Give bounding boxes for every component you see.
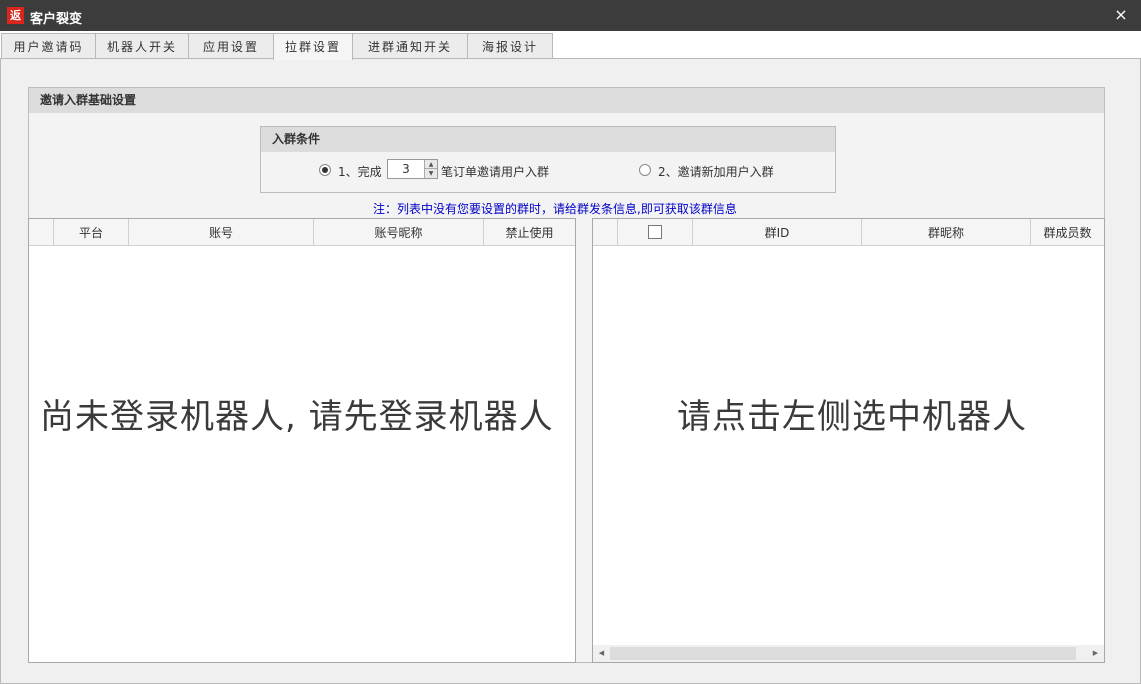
invite-new-user-label: 2、邀请新加用户入群 [658, 165, 774, 179]
group-list-note: 注：列表中没有您要设置的群时，请给群发条信息,即可获取该群信息 [373, 202, 737, 216]
order-count-value[interactable]: 3 [388, 160, 424, 178]
close-button[interactable]: × [1111, 5, 1131, 25]
row-indicator-header [593, 219, 618, 245]
column-header-group-id[interactable]: 群ID [693, 219, 862, 245]
scroll-right-icon[interactable]: ▶ [1087, 645, 1104, 662]
tab-bar: 用户邀请码 机器人开关 应用设置 拉群设置 进群通知开关 海报设计 [0, 31, 1141, 60]
title-bar: 返 客户裂变 × [0, 0, 1141, 31]
order-count-stepper[interactable]: 3 ▲ ▼ [387, 159, 438, 179]
select-all-checkbox[interactable] [648, 225, 662, 239]
table-header: 平台 账号 账号昵称 禁止使用 [29, 219, 575, 246]
stepper-down-icon[interactable]: ▼ [424, 169, 437, 178]
order-count-radio[interactable] [319, 164, 331, 176]
scroll-left-icon[interactable]: ◀ [593, 645, 610, 662]
order-count-prefix-label: 1、完成 [338, 165, 382, 179]
tab-poster-design[interactable]: 海报设计 [467, 33, 553, 59]
column-header-disabled[interactable]: 禁止使用 [484, 219, 575, 245]
select-all-header [618, 219, 693, 245]
column-header-member-count[interactable]: 群成员数 [1031, 219, 1104, 245]
column-header-account-nickname[interactable]: 账号昵称 [314, 219, 484, 245]
order-count-suffix-label: 笔订单邀请用户入群 [441, 165, 550, 179]
robot-account-table[interactable]: 平台 账号 账号昵称 禁止使用 尚未登录机器人, 请先登录机器人 [28, 218, 576, 663]
column-header-account[interactable]: 账号 [129, 219, 314, 245]
tab-join-notice-switch[interactable]: 进群通知开关 [352, 33, 468, 59]
tab-robot-switch[interactable]: 机器人开关 [95, 33, 189, 59]
scrollbar-thumb[interactable] [610, 647, 1076, 660]
stepper-up-icon[interactable]: ▲ [424, 160, 437, 169]
column-header-platform[interactable]: 平台 [54, 219, 129, 245]
empty-state-message: 请点击左侧选中机器人 [677, 397, 1027, 437]
window-title: 客户裂变 [30, 12, 83, 27]
horizontal-scrollbar[interactable]: ◀ ▶ [593, 645, 1104, 662]
table-header: 群ID 群昵称 群成员数 [593, 219, 1104, 246]
join-condition-box: 入群条件 [260, 126, 836, 193]
app-logo-icon: 返 [7, 7, 24, 24]
condition-title: 入群条件 [261, 127, 835, 152]
empty-state-message: 尚未登录机器人, 请先登录机器人 [40, 397, 554, 437]
group-list-table[interactable]: 群ID 群昵称 群成员数 请点击左侧选中机器人 ◀ ▶ [592, 218, 1105, 663]
tab-group-pull-settings[interactable]: 拉群设置 [273, 33, 353, 60]
row-indicator-header [29, 219, 54, 245]
tab-app-settings[interactable]: 应用设置 [188, 33, 274, 59]
invite-new-user-radio[interactable] [639, 164, 651, 176]
group-title: 邀请入群基础设置 [29, 88, 1104, 113]
tab-user-invite-code[interactable]: 用户邀请码 [1, 33, 96, 59]
column-header-group-nickname[interactable]: 群昵称 [862, 219, 1031, 245]
